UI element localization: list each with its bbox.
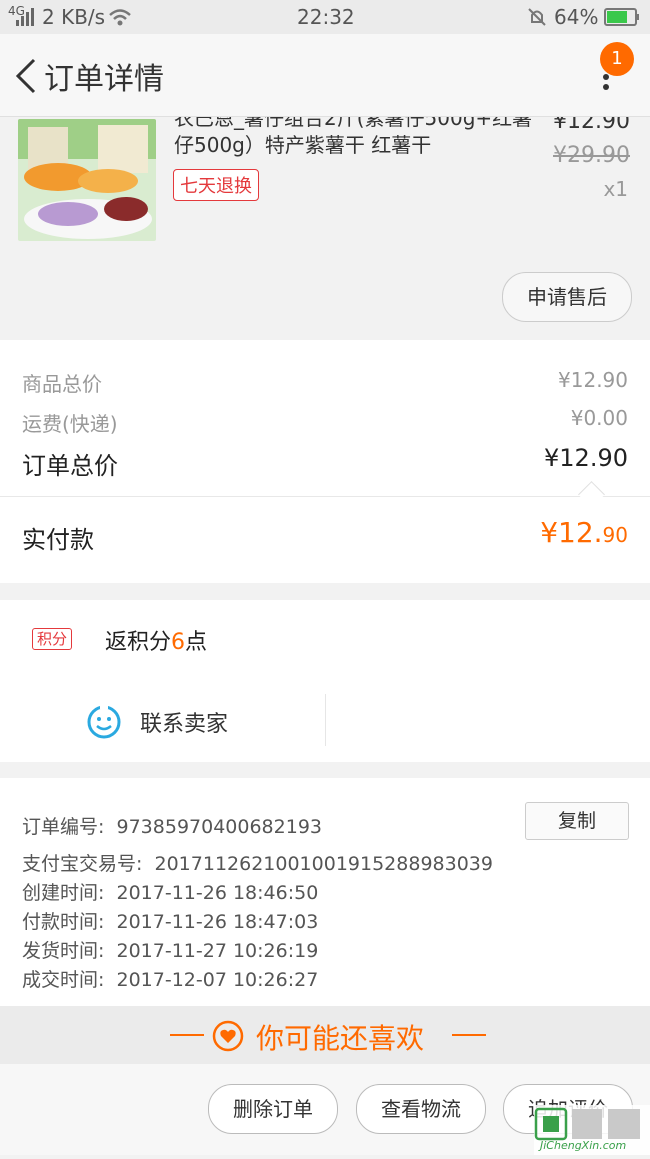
network-speed: 2 KB/s	[42, 5, 106, 29]
wifi-icon	[109, 9, 131, 26]
price-summary: 商品总价 ¥12.90 运费(快递) ¥0.00 订单总价 ¥12.90 实付款…	[0, 340, 650, 583]
divider	[0, 496, 650, 497]
divider	[325, 694, 326, 746]
points-contact-section: 积分 返积分6点 联系卖家	[0, 600, 650, 762]
recommend-title: 你可能还喜欢	[256, 1022, 425, 1055]
order-total-value: ¥12.90	[544, 444, 628, 472]
recommend-banner: 你可能还喜欢	[0, 1006, 650, 1064]
alipay-trade-row: 支付宝交易号: 2017112621001001915288983039	[22, 853, 493, 875]
shipping-label: 运费(快递)	[22, 412, 118, 436]
heart-icon	[212, 1020, 244, 1052]
view-logistics-button[interactable]: 查看物流	[356, 1084, 486, 1134]
created-time-row: 创建时间: 2017-11-26 18:46:50	[22, 882, 319, 904]
nav-header: 订单详情 1	[0, 34, 650, 117]
watermark: JiChengXin.com	[534, 1105, 650, 1155]
watermark-text: JiChengXin.com	[540, 1139, 627, 1152]
decor-line	[170, 1034, 204, 1036]
points-text: 返积分6点	[105, 630, 208, 655]
product-thumbnail[interactable]	[18, 119, 156, 241]
battery-percent: 64%	[554, 5, 599, 29]
shipped-time-row: 发货时间: 2017-11-27 10:26:19	[22, 940, 319, 962]
product-price: ¥12.90	[553, 117, 630, 134]
clock: 22:32	[297, 5, 355, 29]
shipping-value: ¥0.00	[570, 406, 628, 430]
back-arrow-icon[interactable]	[12, 56, 42, 96]
contact-seller-button[interactable]: 联系卖家	[140, 706, 228, 738]
paid-label: 实付款	[22, 526, 94, 554]
completed-time-row: 成交时间: 2017-12-07 10:26:27	[22, 969, 319, 991]
chat-smile-icon[interactable]	[86, 703, 122, 739]
delete-order-button[interactable]: 删除订单	[208, 1084, 338, 1134]
page-title: 订单详情	[44, 62, 164, 97]
order-total-label: 订单总价	[22, 452, 118, 480]
product-item[interactable]: 农巴恩_薯仔组合2斤(紫薯仔500g+红薯仔500g）特产紫薯干 红薯干 七天退…	[0, 117, 650, 339]
order-info: 订单编号: 97385970400682193 复制 支付宝交易号: 20171…	[0, 778, 650, 1006]
product-original-price: ¥29.90	[553, 143, 630, 168]
product-quantity: x1	[603, 177, 628, 201]
points-tag: 积分	[32, 628, 73, 650]
goods-total-value: ¥12.90	[558, 368, 628, 392]
mute-bell-icon	[528, 8, 546, 26]
goods-total-label: 商品总价	[22, 372, 102, 396]
seven-day-return-tag: 七天退换	[173, 169, 259, 201]
paid-value: ¥12.90	[540, 516, 628, 549]
notification-badge: 1	[600, 42, 634, 76]
copy-button[interactable]: 复制	[525, 802, 629, 840]
order-number-row: 订单编号: 97385970400682193	[22, 816, 323, 838]
apply-after-sale-button[interactable]: 申请售后	[502, 272, 632, 322]
signal-icon	[16, 8, 34, 26]
caret-pointer	[578, 481, 605, 508]
decor-line	[452, 1034, 486, 1036]
status-bar: 4G 2 KB/s 22:32 64%	[0, 0, 650, 34]
battery-icon	[604, 8, 639, 26]
paid-time-row: 付款时间: 2017-11-26 18:47:03	[22, 911, 319, 933]
product-name[interactable]: 农巴恩_薯仔组合2斤(紫薯仔500g+红薯仔500g）特产紫薯干 红薯干	[174, 117, 534, 159]
